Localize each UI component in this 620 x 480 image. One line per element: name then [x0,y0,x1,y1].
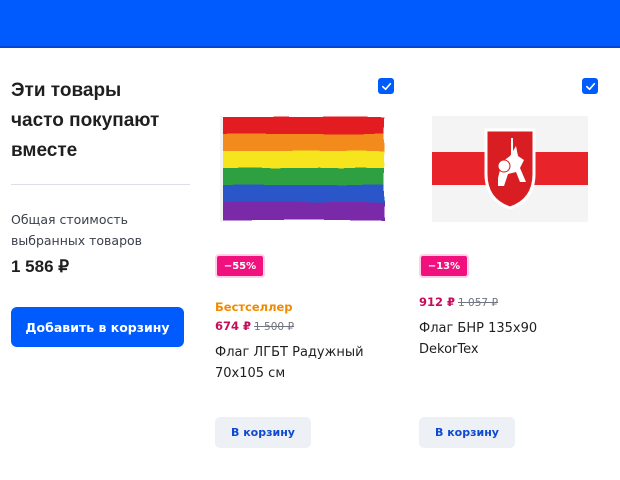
checkmark-icon [585,82,595,90]
product-card[interactable]: −55% Бестселлер 674 ₽1 500 ₽ Флаг ЛГБТ Р… [212,48,402,480]
add-to-cart-button[interactable]: В корзину [419,417,515,448]
divider [11,184,190,185]
price-row: 674 ₽1 500 ₽ [215,319,294,333]
total-label: Общая стоимость выбранных товаров [11,209,191,251]
white-red-white-flag-image[interactable] [432,116,588,222]
product-name-line: Флаг БНР 135x90 [419,321,538,336]
rainbow-flag-image[interactable] [220,116,386,222]
old-price: 1 057 ₽ [458,297,499,309]
current-price: 674 ₽ [215,319,252,333]
pahonia-emblem-icon [484,128,536,210]
add-to-cart-button[interactable]: В корзину [215,417,311,448]
total-label-line: Общая стоимость [11,212,128,227]
bundle-title-line: Эти товары [11,80,122,101]
product-name[interactable]: Флаг ЛГБТ Радужный 70x105 см [215,342,390,384]
product-name[interactable]: Флаг БНР 135x90 DekorTex [419,318,594,360]
bundle-title: Эти товары часто покупают вместе [11,76,196,166]
product-name-line: 70x105 см [215,366,286,381]
total-label-line: выбранных товаров [11,233,143,248]
top-header-bar [0,0,620,48]
product-name-line: DekorTex [419,342,479,357]
product-card[interactable]: −13% 912 ₽1 057 ₽ Флаг БНР 135x90 DekorT… [416,48,606,480]
checkmark-icon [381,82,391,90]
bundle-summary-panel: Эти товары часто покупают вместе Общая с… [0,48,200,480]
add-bundle-to-cart-button[interactable]: Добавить в корзину [11,307,184,347]
total-price: 1 586 ₽ [11,257,70,276]
discount-badge: −55% [215,254,265,278]
current-price: 912 ₽ [419,295,456,309]
select-checkbox[interactable] [582,78,598,94]
bestseller-label: Бестселлер [215,300,293,314]
select-checkbox[interactable] [378,78,394,94]
product-name-line: Флаг ЛГБТ Радужный [215,345,364,360]
old-price: 1 500 ₽ [254,321,295,333]
bundle-title-line: часто покупают [11,110,160,131]
price-row: 912 ₽1 057 ₽ [419,295,498,309]
bundle-title-line: вместе [11,140,78,161]
discount-badge: −13% [419,254,469,278]
